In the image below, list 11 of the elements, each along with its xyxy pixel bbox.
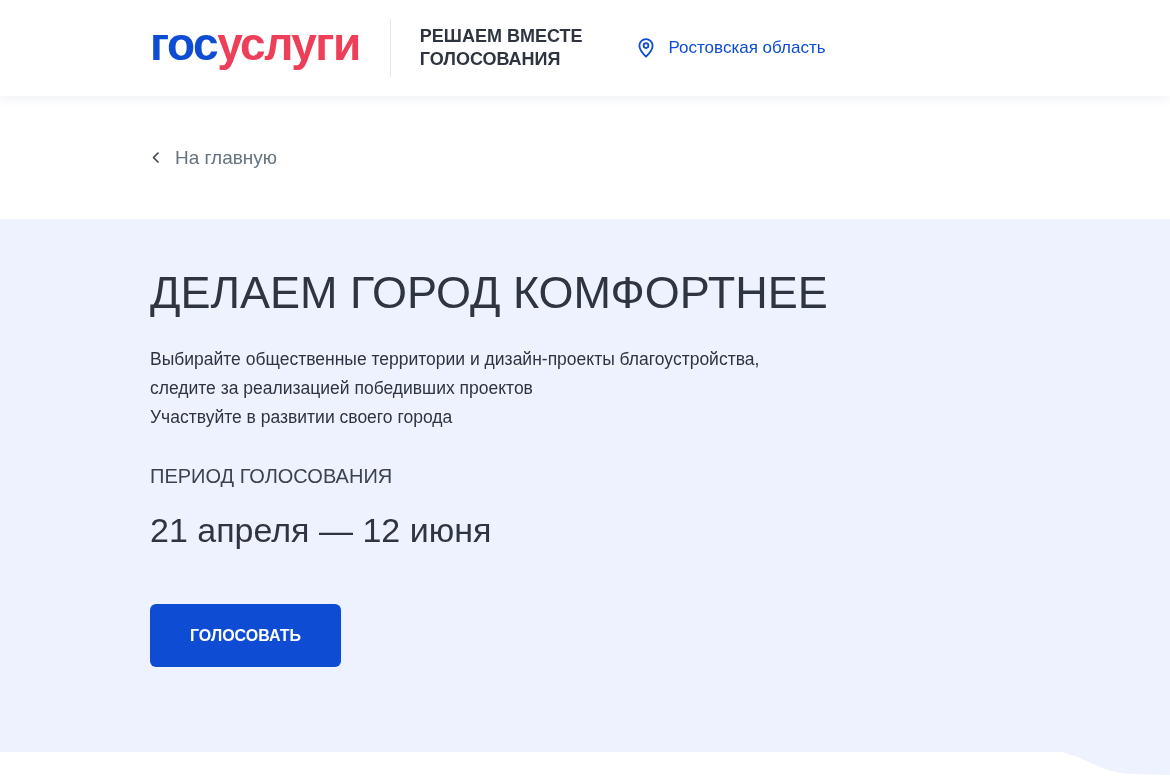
hero-description: Выбирайте общественные территории и дизайн-проекты благоустройства, следите за реализацией победивших проектов Участвуйте в развитии своего города bbox=[150, 348, 760, 429]
back-link[interactable]: На главную bbox=[152, 146, 278, 169]
logo[interactable]: госуслуги bbox=[150, 21, 360, 75]
period-label: ПЕРИОД ГОЛОСОВАНИЯ bbox=[150, 464, 393, 489]
vote-button[interactable]: ГОЛОСОВАТЬ bbox=[150, 604, 341, 667]
map-pin-icon bbox=[638, 38, 655, 58]
section-title: РЕШАЕМ ВМЕСТЕ ГОЛОСОВАНИЯ bbox=[419, 25, 583, 71]
chevron-left-icon bbox=[152, 152, 159, 163]
hero-title: ДЕЛАЕМ ГОРОД КОМФОРТНЕЕ bbox=[150, 267, 828, 319]
period-dates: 21 апреля — 12 июня bbox=[150, 510, 492, 550]
region-link[interactable]: Ростовская область bbox=[638, 38, 826, 58]
